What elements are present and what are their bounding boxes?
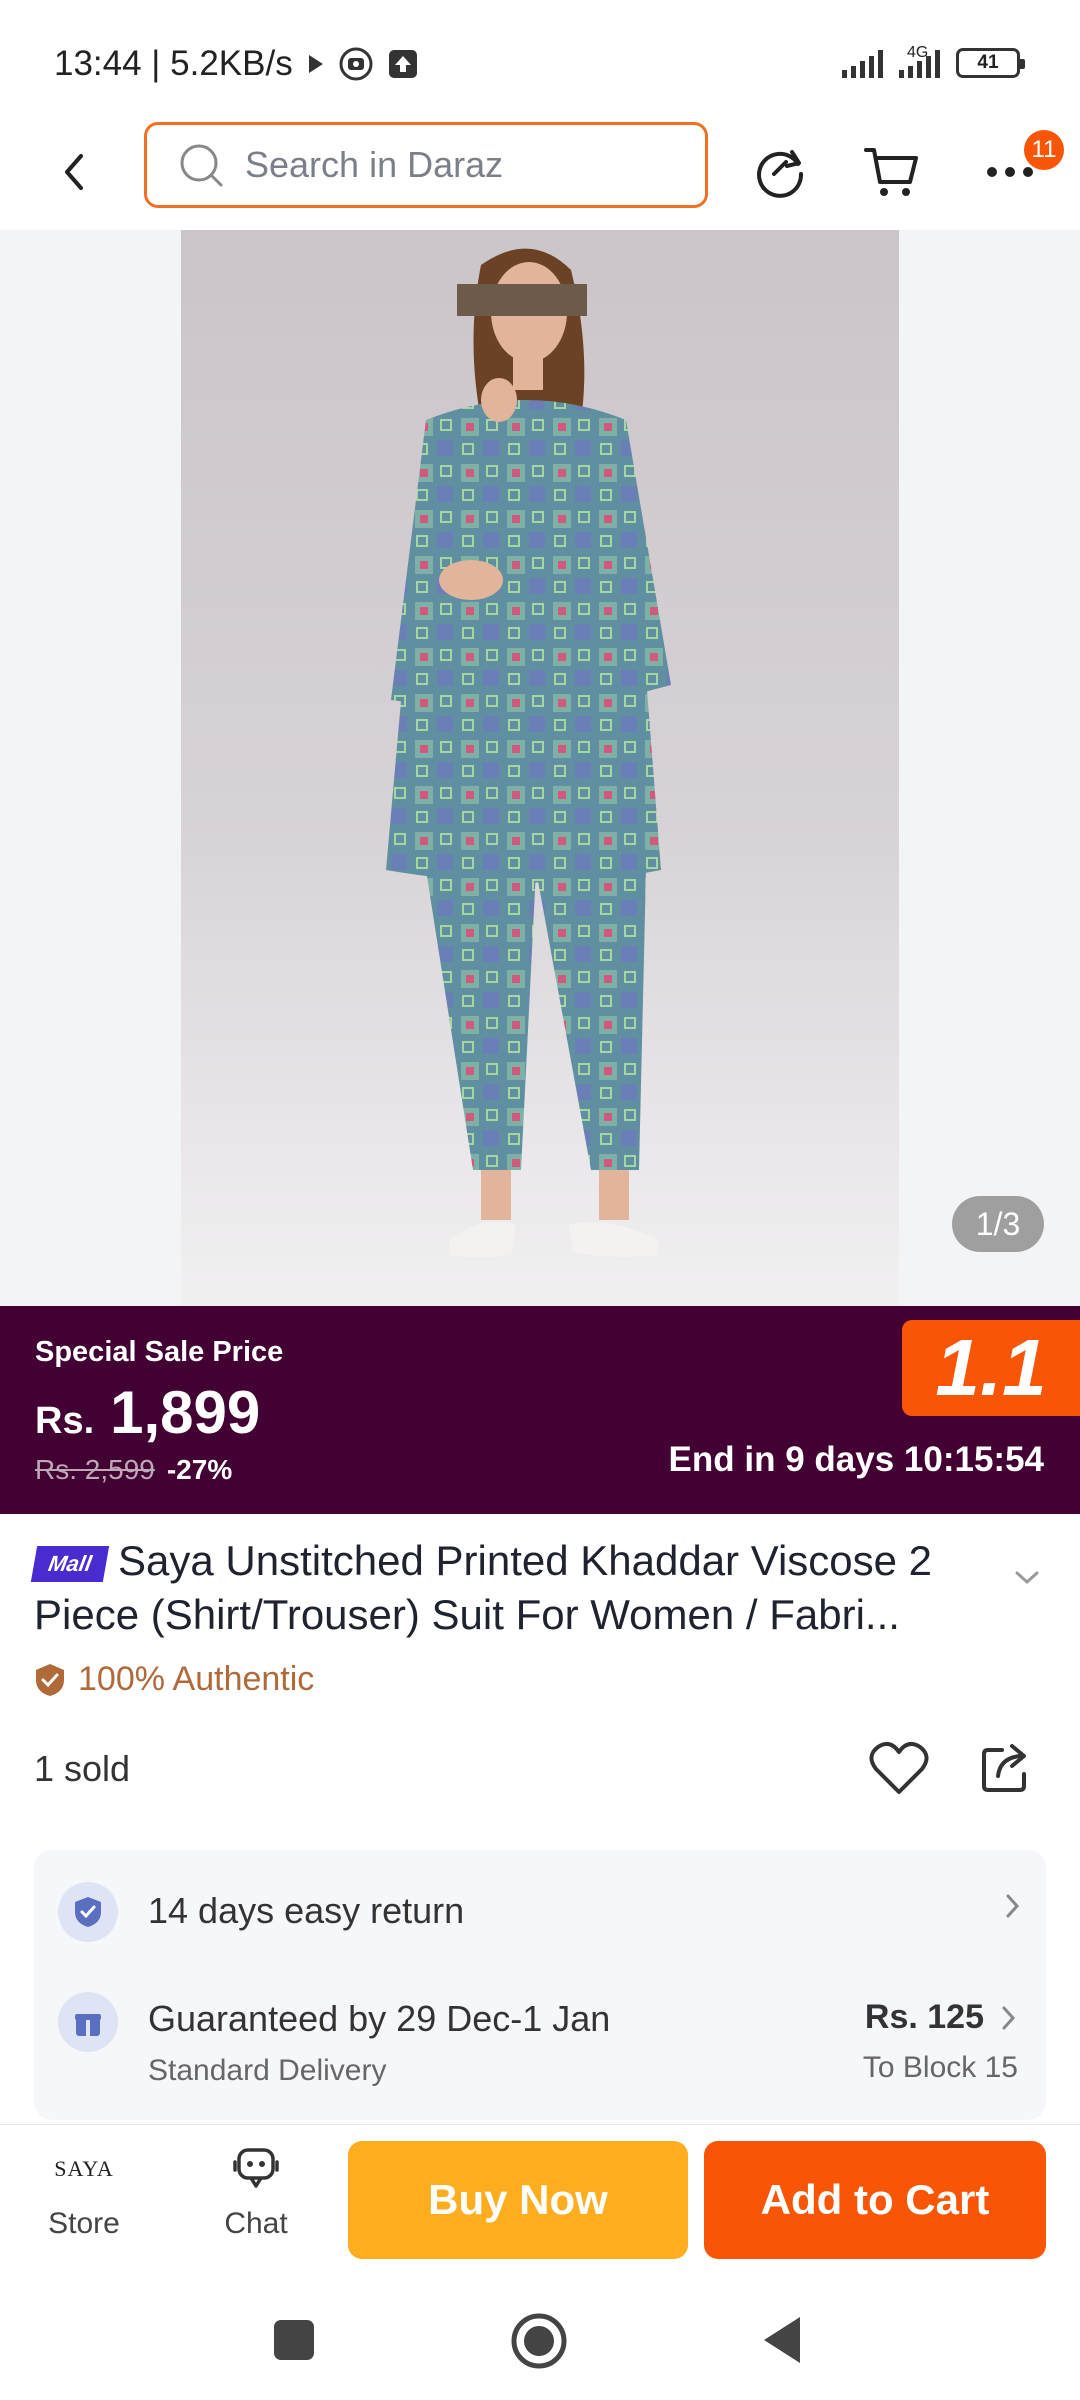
delivery-price-block: Rs. 125 To Block 15 bbox=[863, 1998, 1018, 2085]
model-illustration bbox=[386, 248, 671, 1258]
more-menu-button[interactable]: 11 bbox=[976, 130, 1064, 206]
product-title-block[interactable]: Mall Saya Unstitched Printed Khaddar Visc… bbox=[30, 1534, 994, 1642]
triangle-back-icon bbox=[764, 2317, 800, 2363]
delivery-price: Rs. 125 bbox=[864, 1998, 984, 2036]
back-button[interactable] bbox=[44, 142, 104, 202]
history-button[interactable] bbox=[746, 138, 814, 206]
top-header: Search in Daraz 11 bbox=[0, 120, 1080, 230]
store-button[interactable]: SAYA Store bbox=[24, 2143, 144, 2241]
share-button[interactable] bbox=[978, 1740, 1034, 1801]
product-gallery[interactable]: 1/3 bbox=[0, 230, 1080, 1306]
product-title: Mall Saya Unstitched Printed Khaddar Visc… bbox=[30, 1534, 994, 1642]
store-logo: SAYA bbox=[24, 2143, 144, 2195]
price-amount: 1,899 bbox=[110, 1379, 261, 1446]
chat-label: Chat bbox=[224, 2207, 288, 2240]
sale-price: Rs. 1,899 bbox=[35, 1378, 260, 1447]
return-shield-icon bbox=[58, 1882, 118, 1942]
chat-icon bbox=[233, 2148, 279, 2188]
delivery-title: Guaranteed by 29 Dec-1 Jan bbox=[148, 1998, 611, 2039]
product-title-text: Saya Unstitched Printed Khaddar Viscose … bbox=[34, 1537, 933, 1638]
wishlist-button[interactable] bbox=[868, 1740, 930, 1803]
menu-badge: 11 bbox=[1024, 130, 1064, 170]
mall-badge: Mall bbox=[30, 1546, 110, 1582]
shield-check-icon bbox=[36, 1663, 64, 1696]
search-placeholder: Search in Daraz bbox=[245, 144, 504, 185]
sold-count: 1 sold bbox=[34, 1748, 131, 1789]
image-counter: 1/3 bbox=[952, 1196, 1044, 1252]
expand-title-button[interactable] bbox=[1014, 1570, 1040, 1591]
app-notification-icon bbox=[339, 47, 373, 81]
signal-1-icon bbox=[842, 50, 883, 78]
history-icon bbox=[757, 150, 804, 198]
discount-percent: -27% bbox=[166, 1454, 233, 1485]
search-input[interactable]: Search in Daraz bbox=[144, 122, 708, 208]
original-price-row: Rs. 2,599 -27% bbox=[35, 1454, 232, 1486]
buy-now-button[interactable]: Buy Now bbox=[348, 2141, 688, 2259]
price-currency: Rs. bbox=[35, 1400, 95, 1442]
store-label: Store bbox=[48, 2207, 120, 2240]
more-icon bbox=[987, 167, 1033, 177]
signal-2-icon: 4G bbox=[899, 44, 940, 78]
chat-button[interactable]: Chat bbox=[196, 2143, 316, 2241]
square-icon bbox=[274, 2320, 314, 2360]
product-image[interactable] bbox=[181, 230, 899, 1306]
recents-button[interactable] bbox=[272, 2318, 316, 2367]
store-logo-text: SAYA bbox=[54, 2156, 114, 2181]
share-icon bbox=[982, 1744, 1026, 1792]
bottom-action-bar: SAYA Store Chat Buy Now Add to Cart bbox=[0, 2124, 1080, 2284]
search-icon bbox=[180, 144, 223, 187]
cart-icon bbox=[864, 148, 918, 196]
status-left: 13:44 | 5.2KB/s bbox=[54, 44, 419, 84]
battery-level: 41 bbox=[977, 52, 999, 73]
delivery-location: To Block 15 bbox=[862, 2051, 1018, 2084]
delivery-row[interactable]: Guaranteed by 29 Dec-1 Jan Standard Deli… bbox=[58, 1992, 610, 2088]
service-panel: 14 days easy return Guaranteed by 29 Dec… bbox=[34, 1850, 1046, 2120]
battery-icon: 41 bbox=[956, 48, 1025, 78]
delivery-text: Guaranteed by 29 Dec-1 Jan Standard Deli… bbox=[148, 1998, 610, 2088]
network-type-label: 4G bbox=[907, 44, 929, 61]
return-policy-row[interactable]: 14 days easy return bbox=[58, 1882, 464, 1942]
sale-countdown: End in 9 days 10:15:54 bbox=[668, 1440, 1044, 1479]
heart-icon bbox=[869, 1741, 929, 1794]
system-nav-bar bbox=[0, 2284, 1080, 2400]
back-arrow-icon bbox=[65, 154, 83, 190]
authentic-badge: 100% Authentic bbox=[34, 1660, 314, 1699]
delivery-type: Standard Delivery bbox=[148, 2054, 387, 2087]
upload-notification-icon bbox=[387, 48, 419, 80]
status-right: 4G 41 bbox=[842, 44, 1025, 78]
delivery-gift-icon bbox=[58, 1992, 118, 2052]
add-to-cart-button[interactable]: Add to Cart bbox=[704, 2141, 1046, 2259]
home-button[interactable] bbox=[510, 2312, 568, 2375]
return-policy-label: 14 days easy return bbox=[148, 1890, 465, 1931]
play-notification-icon bbox=[307, 53, 325, 75]
status-bar: 13:44 | 5.2KB/s 4G 41 bbox=[0, 0, 1080, 130]
chevron-right-icon bbox=[1004, 1892, 1022, 1925]
cart-button[interactable] bbox=[858, 138, 926, 206]
campaign-logo: 1.1 bbox=[902, 1320, 1080, 1416]
sale-banner: Special Sale Price Rs. 1,899 Rs. 2,599 -… bbox=[0, 1306, 1080, 1514]
chevron-right-icon bbox=[1002, 2006, 1016, 2029]
sale-label: Special Sale Price bbox=[35, 1336, 284, 1368]
original-price: Rs. 2,599 bbox=[35, 1454, 155, 1485]
authentic-label: 100% Authentic bbox=[78, 1660, 315, 1698]
back-nav-button[interactable] bbox=[760, 2314, 804, 2371]
home-circle-icon bbox=[511, 2313, 567, 2369]
chevron-down-icon bbox=[1015, 1571, 1039, 1585]
status-time: 13:44 | 5.2KB/s bbox=[54, 44, 293, 83]
